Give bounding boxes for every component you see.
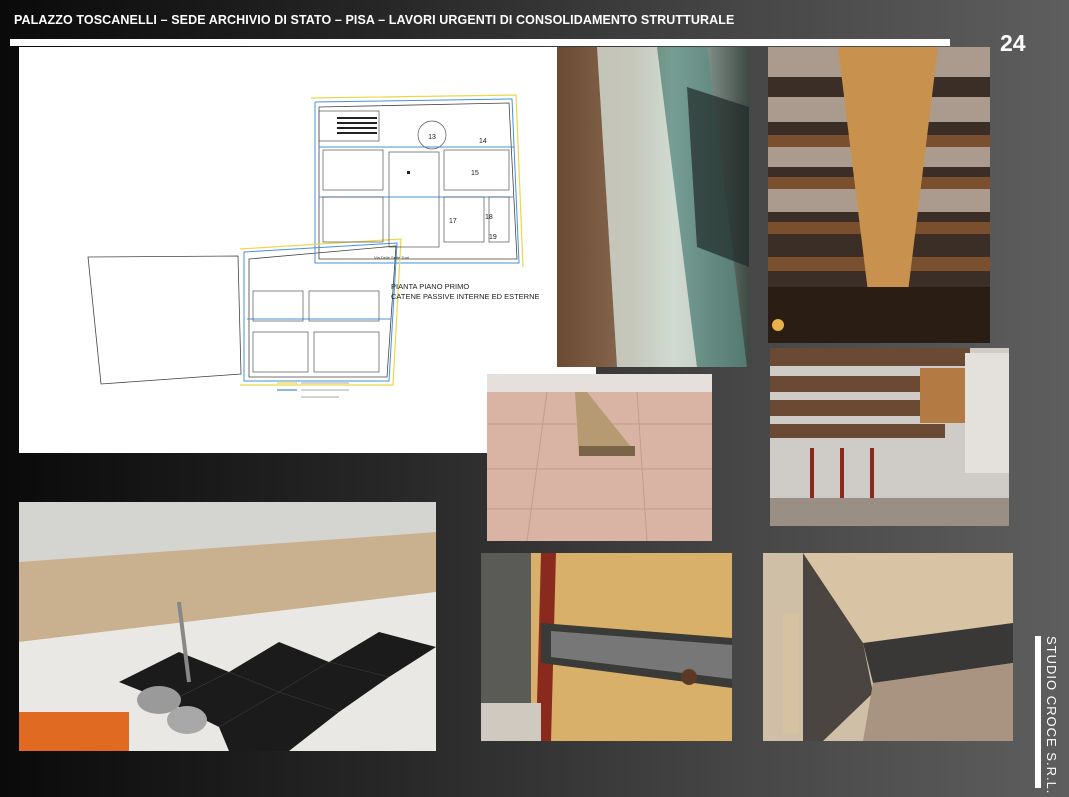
room-17-label: 17 <box>449 218 457 225</box>
timber-ceiling-beam-photo <box>768 47 990 343</box>
room-18-label: 18 <box>485 214 493 221</box>
studio-bar <box>1035 636 1041 788</box>
room-13-label: 13 <box>428 134 436 141</box>
room-15-label: 15 <box>471 170 479 177</box>
plan-street-label: Via Delle Sette Torri <box>374 255 409 260</box>
plan-outline-left <box>87 255 242 385</box>
timber-ceiling-props-photo <box>770 348 1009 526</box>
slide-title: PALAZZO TOSCANELLI – SEDE ARCHIVIO DI ST… <box>14 13 735 27</box>
plan-title-line1: PIANTA PIANO PRIMO <box>391 282 469 291</box>
studio-name: STUDIO CROCE S.R.L. <box>1044 636 1059 795</box>
corner-steel-reinforcement-photo <box>763 553 1013 741</box>
room-19-label: 19 <box>489 234 497 241</box>
page-number: 24 <box>1000 30 1026 56</box>
plan-outline-middle <box>248 245 397 378</box>
plan-title-line2: CATENE PASSIVE INTERNE ED ESTERNE <box>391 292 540 301</box>
tie-rod-floor-chase-photo <box>19 502 436 751</box>
steel-plate-wall-photo <box>481 553 732 741</box>
title-underline <box>10 39 950 46</box>
room-14-label: 14 <box>479 138 487 145</box>
timber-plank-floor-photo <box>487 374 712 541</box>
plan-outline-upper <box>318 102 518 260</box>
wall-chase-closeup-photo <box>557 47 749 367</box>
